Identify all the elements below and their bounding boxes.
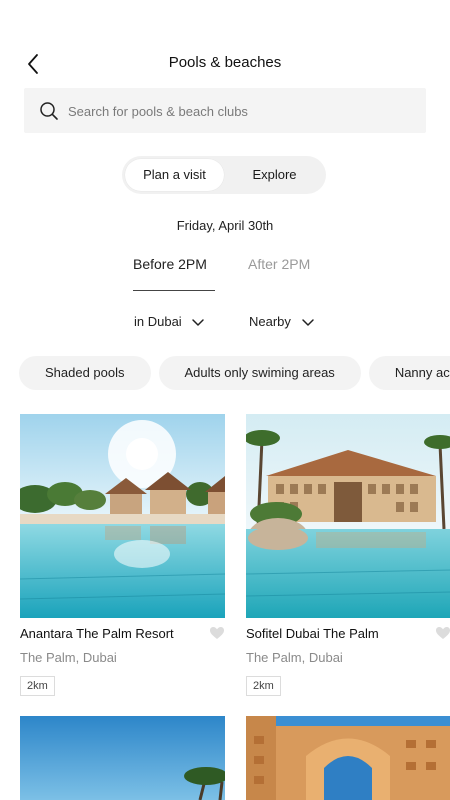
- chip-nanny-access[interactable]: Nanny access: [368, 356, 450, 390]
- mode-switch: Plan a visit Explore: [122, 156, 326, 194]
- venue-location: The Palm, Dubai: [246, 650, 343, 665]
- search-icon: [40, 102, 58, 120]
- venue-photo[interactable]: [20, 414, 225, 618]
- location-dropdown[interactable]: in Dubai: [134, 314, 205, 329]
- explore-tab[interactable]: Explore: [226, 159, 323, 191]
- chevron-down-icon: [301, 318, 314, 326]
- venue-location: The Palm, Dubai: [20, 650, 117, 665]
- sort-dropdown-label: Nearby: [249, 314, 291, 329]
- venue-photo-partial[interactable]: [20, 716, 225, 800]
- chevron-down-icon: [192, 318, 205, 326]
- venue-name[interactable]: Anantara The Palm Resort: [20, 626, 174, 641]
- search-bar[interactable]: [24, 88, 426, 135]
- top-bar: Pools & beaches: [0, 44, 450, 84]
- plan-visit-tab[interactable]: Plan a visit: [125, 159, 224, 191]
- chip-shaded-pools[interactable]: Shaded pools: [19, 356, 151, 390]
- heart-icon[interactable]: [209, 626, 225, 640]
- active-tab-indicator: [133, 290, 215, 291]
- distance-badge: 2km: [20, 676, 55, 696]
- location-dropdown-label: in Dubai: [134, 314, 182, 329]
- venue-photo-partial[interactable]: [246, 716, 450, 800]
- distance-badge: 2km: [246, 676, 281, 696]
- sort-dropdown[interactable]: Nearby: [249, 314, 315, 329]
- after-2pm-tab[interactable]: After 2PM: [248, 256, 310, 272]
- filter-chips[interactable]: Shaded pools Adults only swiming areas Nan…: [19, 356, 450, 392]
- before-2pm-tab[interactable]: Before 2PM: [133, 256, 207, 272]
- selected-date[interactable]: Friday, April 30th: [0, 218, 450, 233]
- venue-photo[interactable]: [246, 414, 450, 618]
- heart-icon[interactable]: [435, 626, 450, 640]
- page-title: Pools & beaches: [168, 54, 282, 71]
- venue-name[interactable]: Sofitel Dubai The Palm: [246, 626, 379, 641]
- chip-adults-only[interactable]: Adults only swiming areas: [158, 356, 361, 390]
- search-input[interactable]: [66, 88, 410, 135]
